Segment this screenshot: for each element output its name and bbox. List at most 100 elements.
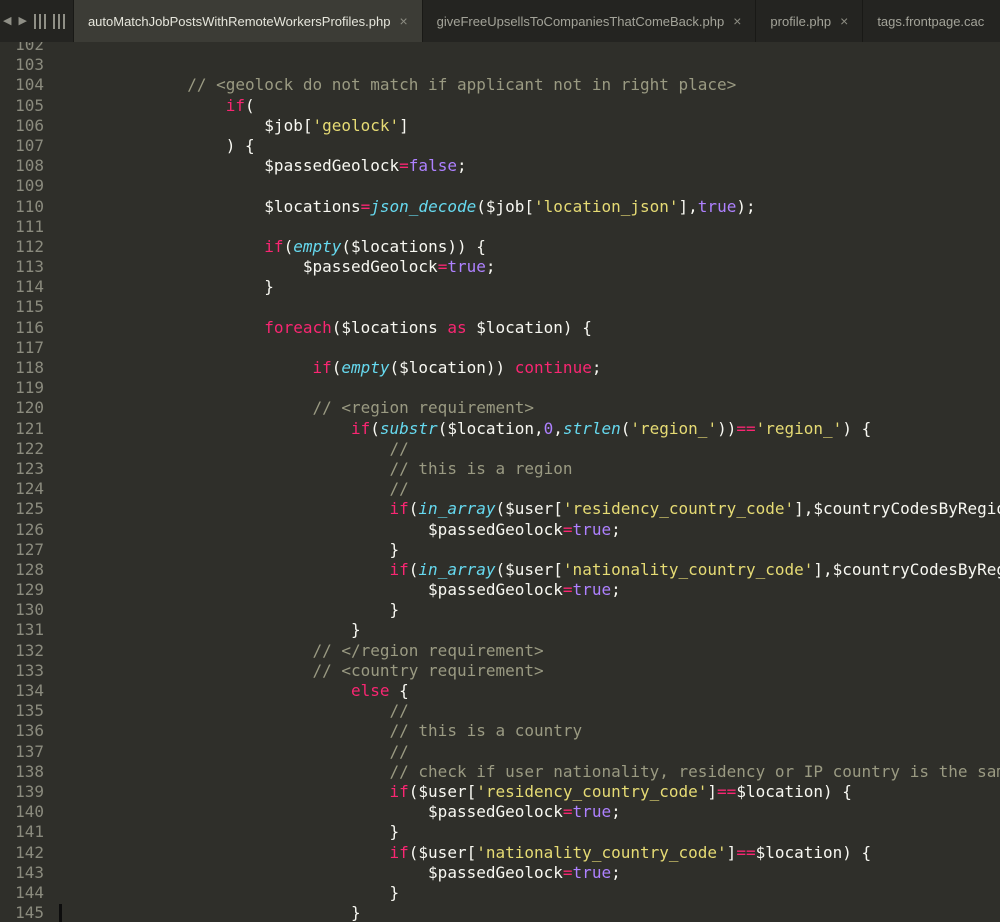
line-number: 116 (15, 317, 44, 337)
tab-bar: ◀ ▶ autoMatchJobPostsWithRemoteWorkersPr… (0, 0, 1000, 42)
back-icon[interactable]: ◀ (3, 15, 11, 27)
code-text: } (389, 882, 400, 902)
code-text: else { (350, 681, 409, 700)
layout-columns-icon[interactable] (33, 13, 46, 29)
code-line: 140 $passedGeolock=true; (0, 802, 1000, 822)
code-text: } (264, 277, 274, 297)
text-caret (59, 904, 62, 922)
code-text: // (389, 479, 409, 499)
layout-rows-icon[interactable] (52, 13, 65, 29)
code-text: if($user['nationality_country_code']==$l… (389, 842, 872, 862)
tab-4[interactable]: tags.frontpage.cac (863, 0, 998, 42)
code-line: 103 (0, 55, 1000, 75)
code-line: 108 $passedGeolock=false; (0, 156, 1000, 176)
line-number: 109 (15, 176, 44, 196)
code-text: $job['geolock'] (264, 115, 409, 135)
line-number: 112 (15, 236, 44, 256)
code-text: } (350, 620, 361, 640)
code-line: 143 $passedGeolock=true; (0, 863, 1000, 883)
line-number: 120 (15, 398, 44, 418)
line-number: 113 (15, 257, 44, 277)
line-number: 135 (15, 701, 44, 721)
code-line: 116 foreach($locations as $location) { (0, 318, 1000, 338)
line-number: 123 (15, 458, 44, 478)
line-number: 118 (15, 358, 44, 377)
code-text: // this is a region (389, 458, 573, 478)
code-text: // <region requirement> (312, 398, 535, 418)
code-lines: 102 103 104 // <geolock do not match if ap… (0, 42, 1000, 922)
code-line: 130 } (0, 600, 1000, 620)
code-line: 139 if($user['residency_country_code']==… (0, 782, 1000, 802)
line-number: 142 (15, 842, 44, 862)
code-line: 135 // (0, 701, 1000, 721)
tab-2[interactable]: giveFreeUpsellsToCompaniesThatComeBack.p… (423, 0, 757, 42)
code-line: 110 $locations=json_decode($job['locatio… (0, 197, 1000, 217)
code-line: 109 (0, 176, 1000, 196)
code-line: 115 (0, 297, 1000, 317)
code-line: 133 // <country requirement> (0, 661, 1000, 681)
tab-close-icon[interactable]: × (840, 14, 848, 28)
line-number: 143 (15, 862, 44, 882)
code-line: 128 if(in_array($user['nationality_count… (0, 560, 1000, 580)
line-number: 104 (15, 75, 44, 95)
line-number: 138 (15, 761, 44, 781)
code-line: 105 if( (0, 96, 1000, 116)
line-number: 111 (15, 216, 44, 236)
line-number: 115 (15, 297, 44, 317)
tab-label: giveFreeUpsellsToCompaniesThatComeBack.p… (436, 13, 725, 29)
line-number: 137 (15, 741, 44, 761)
line-number: 145 (15, 903, 44, 922)
line-number: 108 (15, 156, 44, 176)
code-text: // </region requirement> (312, 640, 544, 660)
line-number: 117 (15, 337, 44, 357)
tab-close-icon[interactable]: × (733, 14, 741, 28)
code-text: // (389, 741, 409, 761)
line-number: 129 (15, 580, 44, 600)
code-text: if(substr($location,0,strlen('region_'))… (350, 418, 872, 438)
code-text: if(in_array($user['residency_country_cod… (389, 499, 1000, 519)
tab-label: autoMatchJobPostsWithRemoteWorkersProfil… (87, 13, 391, 29)
code-text: $passedGeolock=false; (264, 156, 467, 176)
toolbar: ◀ ▶ (0, 0, 74, 42)
code-line: 141 } (0, 822, 1000, 842)
code-line: 121 if(substr($location,0,strlen('region… (0, 419, 1000, 439)
code-line: 145 } (0, 903, 1000, 922)
code-line: 120 // <region requirement> (0, 398, 1000, 418)
code-line: 113 $passedGeolock=true; (0, 257, 1000, 277)
code-text: $passedGeolock=true; (428, 580, 621, 600)
code-line: 131 } (0, 620, 1000, 640)
line-number: 102 (15, 42, 44, 54)
code-line: 129 $passedGeolock=true; (0, 580, 1000, 600)
code-text: if( (225, 95, 255, 115)
line-number: 126 (15, 519, 44, 539)
code-line: 136 // this is a country (0, 721, 1000, 741)
code-text: $passedGeolock=true; (302, 257, 496, 277)
code-line: 134 else { (0, 681, 1000, 701)
tab-close-icon[interactable]: × (399, 14, 407, 28)
code-line: 142 if($user['nationality_country_code']… (0, 843, 1000, 863)
code-text: if($user['residency_country_code']==$loc… (389, 781, 852, 801)
code-line: 124 // (0, 479, 1000, 499)
code-text: $passedGeolock=true; (428, 802, 621, 822)
editor-pane[interactable]: 102 103 104 // <geolock do not match if ap… (0, 42, 1000, 922)
code-text: // <country requirement> (312, 660, 544, 680)
line-number: 134 (15, 681, 44, 700)
tab-3[interactable]: profile.php × (756, 0, 864, 42)
code-line: 118 if(empty($location)) continue; (0, 358, 1000, 378)
code-line: 122 // (0, 439, 1000, 459)
code-text: // (389, 701, 409, 721)
code-text: $passedGeolock=true; (428, 519, 621, 539)
line-number: 131 (15, 620, 44, 640)
line-number: 139 (15, 781, 44, 801)
tab-1[interactable]: autoMatchJobPostsWithRemoteWorkersProfil… (73, 0, 423, 42)
code-line: 117 (0, 338, 1000, 358)
code-editor-window: ◀ ▶ autoMatchJobPostsWithRemoteWorkersPr… (0, 0, 1000, 922)
code-line: 126 $passedGeolock=true; (0, 520, 1000, 540)
code-text: ) { (225, 135, 255, 155)
line-number: 124 (15, 479, 44, 499)
forward-icon[interactable]: ▶ (18, 15, 26, 27)
line-number: 127 (15, 539, 44, 559)
line-number: 132 (15, 640, 44, 660)
code-line: 104 // <geolock do not match if applican… (0, 75, 1000, 95)
line-number: 144 (15, 882, 44, 902)
